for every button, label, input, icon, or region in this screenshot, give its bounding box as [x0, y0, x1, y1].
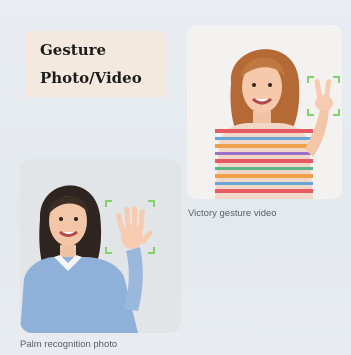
palm-recognition-photo	[20, 159, 181, 333]
title-line-2: Photo/Video	[40, 69, 142, 87]
victory-caption: Victory gesture video	[188, 208, 277, 219]
palm-caption: Palm recognition photo	[20, 339, 118, 350]
title-card: Gesture Photo/Video	[26, 31, 166, 97]
victory-gesture-photo	[187, 25, 342, 199]
striped-shirt	[215, 123, 313, 199]
victory-photo-illustration	[187, 25, 342, 199]
palm-photo-illustration	[20, 159, 181, 333]
title-line-1: Gesture	[40, 41, 107, 59]
product-image: Gesture Photo/Video Victory gesture vide…	[0, 0, 351, 355]
